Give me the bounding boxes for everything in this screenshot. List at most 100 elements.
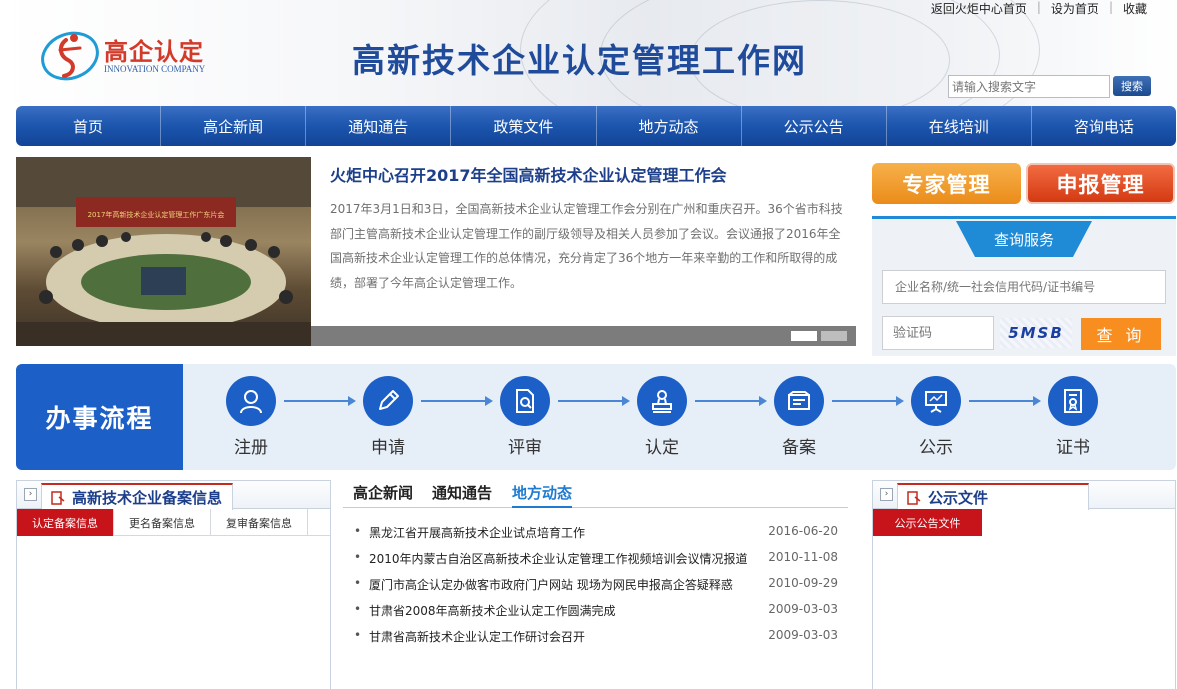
tab-certified-record[interactable]: 认定备案信息 <box>17 509 114 536</box>
record-tabs: 认定备案信息 更名备案信息 复审备案信息 <box>17 509 330 536</box>
captcha-input[interactable] <box>882 316 994 350</box>
tab-high-tech-news[interactable]: 高企新闻 <box>353 482 413 503</box>
nav-item-local-news[interactable]: 地方动态 <box>597 106 742 146</box>
step-label: 注册 <box>234 438 268 458</box>
news-item[interactable]: • 甘肃省2008年高新技术企业认定工作圆满完成 2009-03-03 <box>354 602 838 628</box>
news-item[interactable]: • 厦门市高企认定办做客市政府门户网站 现场为网民申报高企答疑释惑 2010-0… <box>354 576 838 602</box>
link-bookmark[interactable]: 收藏 <box>1123 0 1147 17</box>
arrow-icon <box>284 396 356 406</box>
link-set-homepage[interactable]: 设为首页 <box>1051 0 1099 17</box>
news-item[interactable]: • 黑龙江省开展高新技术企业试点培育工作 2016-06-20 <box>354 524 838 550</box>
certificate-icon <box>1048 376 1098 426</box>
divider: | <box>1108 0 1113 14</box>
bullet-icon: • <box>354 628 362 642</box>
bullet-icon: • <box>354 576 362 590</box>
panel-header: › 高新技术企业备案信息 <box>17 481 330 510</box>
divider: | <box>1036 0 1041 14</box>
featured-news-summary: 2017年3月1日和3日，全国高新技术企业认定管理工作会分别在广州和重庆召开。3… <box>330 202 843 290</box>
tab-rename-record[interactable]: 更名备案信息 <box>114 509 211 536</box>
step-register[interactable]: 注册 <box>216 376 286 458</box>
top-links: 返回火炬中心首页 | 设为首页 | 收藏 <box>931 0 1147 17</box>
news-item[interactable]: • 甘肃省高新技术企业认定工作研讨会召开 2009-03-03 <box>354 628 838 654</box>
tab-notices[interactable]: 通知通告 <box>432 482 492 503</box>
step-label: 备案 <box>782 438 816 458</box>
nav-item-news[interactable]: 高企新闻 <box>161 106 307 146</box>
tab-review-record[interactable]: 复审备案信息 <box>211 509 308 536</box>
document-search-icon <box>500 376 550 426</box>
bullet-icon: • <box>354 524 362 538</box>
captcha-image[interactable]: 5MSB <box>1000 318 1072 348</box>
nav-item-hotline[interactable]: 咨询电话 <box>1032 106 1176 146</box>
logo-subtext: INNOVATION COMPANY <box>104 64 206 74</box>
news-item-date: 2010-11-08 <box>768 550 838 564</box>
arrow-icon <box>832 396 904 406</box>
expand-icon[interactable]: › <box>880 488 893 501</box>
enterprise-search-input[interactable] <box>882 270 1166 304</box>
pencil-icon <box>363 376 413 426</box>
step-certificate[interactable]: 证书 <box>1038 376 1108 458</box>
news-item-date: 2016-06-20 <box>768 524 838 538</box>
slide-dot[interactable] <box>821 331 847 341</box>
slide-indicator-bar <box>311 326 856 346</box>
document-icon <box>907 490 921 505</box>
arrow-icon <box>421 396 493 406</box>
step-label: 评审 <box>508 438 542 458</box>
public-notice-panel: › 公示文件 公示公告文件 <box>872 480 1176 689</box>
news-item-title[interactable]: 厦门市高企认定办做客市政府门户网站 现场为网民申报高企答疑释惑 <box>369 576 733 593</box>
nav-item-online-training[interactable]: 在线培训 <box>887 106 1032 146</box>
step-label: 认定 <box>645 438 679 458</box>
link-torch-center-home[interactable]: 返回火炬中心首页 <box>931 0 1027 17</box>
query-button[interactable]: 查 询 <box>1081 318 1161 350</box>
user-icon <box>226 376 276 426</box>
expand-icon[interactable]: › <box>24 488 37 501</box>
bullet-icon: • <box>354 550 362 564</box>
slide-dot-active[interactable] <box>791 331 817 341</box>
panel-title-tab: 公示文件 <box>897 483 1089 510</box>
main-nav: 首页 高企新闻 通知通告 政策文件 地方动态 公示公告 在线培训 咨询电话 <box>16 106 1176 146</box>
step-publicity[interactable]: 公示 <box>901 376 971 458</box>
news-item-title[interactable]: 甘肃省高新技术企业认定工作研讨会召开 <box>369 628 585 645</box>
nav-item-notices[interactable]: 通知通告 <box>306 106 452 146</box>
photo-banner-text: 2017年高新技术企业认定管理工作广东片会 <box>88 210 225 219</box>
arrow-icon <box>695 396 767 406</box>
nav-item-policy[interactable]: 政策文件 <box>451 106 597 146</box>
stamp-icon <box>637 376 687 426</box>
step-certify[interactable]: 认定 <box>627 376 697 458</box>
panel-header: › 公示文件 <box>873 481 1175 510</box>
folder-icon <box>774 376 824 426</box>
record-info-panel: › 高新技术企业备案信息 认定备案信息 更名备案信息 复审备案信息 <box>16 480 331 689</box>
news-item-title[interactable]: 2010年内蒙古自治区高新技术企业认定管理工作视频培训会议情况报道 <box>369 550 748 567</box>
process-flow: 办事流程 注册 申请 评审 认定 备案 公示 证书 <box>16 364 1176 470</box>
expert-management-button[interactable]: 专家管理 <box>872 163 1021 204</box>
site-header: 返回火炬中心首页 | 设为首页 | 收藏 高企认定 INNOVATION COM… <box>0 0 1177 106</box>
news-item-title[interactable]: 甘肃省2008年高新技术企业认定工作圆满完成 <box>369 602 616 619</box>
step-record[interactable]: 备案 <box>764 376 834 458</box>
panel-title-tab: 高新技术企业备案信息 <box>41 483 234 510</box>
nav-item-home[interactable]: 首页 <box>16 106 162 146</box>
logo-text: 高企认定 <box>104 38 204 66</box>
site-logo[interactable]: 高企认定 INNOVATION COMPANY <box>40 26 230 82</box>
news-item-date: 2009-03-03 <box>768 628 838 642</box>
query-service-panel: 查询服务 5MSB 查 询 <box>872 216 1176 356</box>
news-item-title[interactable]: 黑龙江省开展高新技术企业试点培育工作 <box>369 524 585 541</box>
panel-title: 高新技术企业备案信息 <box>72 489 223 507</box>
step-label: 申请 <box>371 438 405 458</box>
step-apply[interactable]: 申请 <box>353 376 423 458</box>
search-input[interactable] <box>948 75 1110 98</box>
step-review[interactable]: 评审 <box>490 376 560 458</box>
news-item-date: 2010-09-29 <box>768 576 838 590</box>
search-button[interactable]: 搜索 <box>1113 76 1151 96</box>
arrow-icon <box>969 396 1041 406</box>
nav-item-announcements[interactable]: 公示公告 <box>742 106 887 146</box>
featured-news-title[interactable]: 火炬中心召开2017年全国高新技术企业认定管理工作会 <box>330 162 727 186</box>
process-title: 办事流程 <box>16 364 183 470</box>
slide-photo[interactable]: 2017年高新技术企业认定管理工作广东片会 <box>16 157 311 346</box>
document-icon <box>51 490 65 505</box>
application-management-button[interactable]: 申报管理 <box>1026 163 1175 204</box>
notice-tabs: 公示公告文件 <box>873 509 1175 536</box>
logo-emblem-icon <box>41 31 99 81</box>
meeting-photo: 2017年高新技术企业认定管理工作广东片会 <box>16 157 311 346</box>
tab-public-notice-files[interactable]: 公示公告文件 <box>873 509 982 536</box>
news-item[interactable]: • 2010年内蒙古自治区高新技术企业认定管理工作视频培训会议情况报道 2010… <box>354 550 838 576</box>
tab-local-news[interactable]: 地方动态 <box>512 482 573 508</box>
